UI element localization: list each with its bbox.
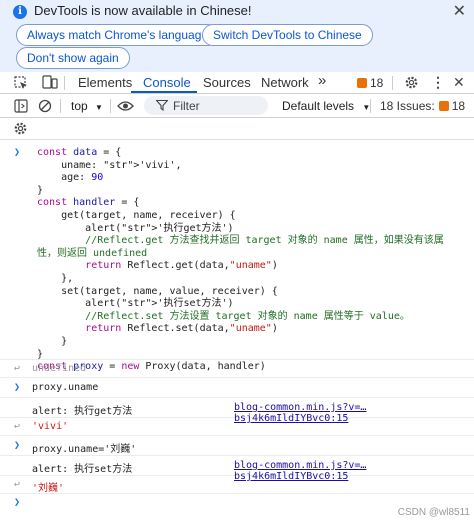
filter-icon (156, 100, 168, 111)
result-arrow-icon: ↩ (14, 479, 21, 490)
code-block: const data = { uname: "str">'vivi', age:… (37, 147, 444, 374)
console-result-entry: ↩ undefined (0, 360, 474, 378)
code-line: uname: "str">'vivi', (37, 159, 182, 171)
code-line: } (37, 335, 68, 347)
dropdown-arrow-icon: ▼ (95, 103, 103, 112)
watermark: CSDN @wl8511 (397, 507, 470, 518)
command-text: proxy.uname='刘巍' (32, 444, 137, 455)
console-input-entry: ❯ const data = { uname: "str">'vivi', ag… (0, 140, 474, 372)
code-line: }, (37, 272, 74, 284)
switch-language-button[interactable]: Switch DevTools to Chinese (202, 24, 373, 46)
issue-icon (357, 78, 367, 88)
code-line: alert("str">'执行get方法') (37, 222, 234, 234)
tab-console[interactable]: Console (143, 75, 191, 90)
console-result-entry: ↩ '刘巍' (0, 476, 474, 494)
divider (64, 76, 65, 90)
result-value: '刘巍' (32, 483, 65, 494)
clear-console-icon[interactable] (38, 99, 52, 113)
tab-elements[interactable]: Elements (78, 75, 132, 90)
more-tabs-icon[interactable]: » (318, 72, 326, 89)
result-value: 'vivi' (32, 421, 69, 432)
code-line: set(target, name, value, receiver) { (37, 285, 278, 297)
inspect-element-icon[interactable] (14, 76, 28, 90)
code-line: //Reflect.get 方法查找并返回 target 对象的 name 属性… (37, 235, 444, 247)
input-prompt-icon: ❯ (14, 497, 21, 508)
code-line: return Reflect.set(data,"uname") (85, 323, 278, 335)
result-arrow-icon: ↩ (14, 363, 21, 374)
levels-label: Default levels (282, 99, 355, 113)
input-prompt-icon: ❯ (14, 382, 21, 393)
console-settings-row (0, 118, 474, 140)
tab-network[interactable]: Network (261, 75, 309, 90)
console-result-entry: ↩ 'vivi' (0, 418, 474, 436)
console-input-entry: ❯ proxy.uname (0, 378, 474, 398)
issue-icon (438, 101, 449, 111)
log-text: alert: 执行set方法 (32, 464, 133, 475)
match-language-button[interactable]: Always match Chrome's language (16, 24, 220, 46)
code-line: const handler = { (37, 197, 140, 209)
divider (60, 99, 61, 113)
log-text: alert: 执行get方法 (32, 406, 133, 417)
active-tab-indicator (131, 91, 197, 93)
issues-label: 18 Issues: (380, 99, 435, 113)
info-icon: i (13, 5, 27, 19)
panel-tab-bar: Elements Console Sources Network » 18 ⋮ … (0, 72, 474, 94)
code-line: 性，则返回 undefined (37, 247, 148, 259)
command-text: proxy.uname (32, 382, 99, 393)
console-output: ❯ const data = { uname: "str">'vivi', ag… (0, 140, 474, 520)
filter-placeholder: Filter (173, 99, 200, 113)
gear-icon[interactable] (404, 75, 419, 90)
divider (370, 99, 371, 113)
close-devtools-icon[interactable]: ✕ (453, 74, 465, 91)
issues-count: 18 (370, 76, 384, 90)
code-line: return Reflect.get(data,"uname") (85, 260, 278, 272)
dont-show-again-button[interactable]: Don't show again (16, 47, 130, 69)
language-notification: i DevTools is now available in Chinese! … (0, 0, 474, 72)
eye-icon[interactable] (117, 100, 134, 112)
issues-count: 18 (451, 99, 466, 113)
code-line: //Reflect.set 方法设置 target 对象的 name 属性等于 … (37, 310, 410, 322)
console-settings-icon[interactable] (13, 121, 28, 136)
code-line: age: 90 (37, 172, 104, 184)
device-toolbar-icon[interactable] (42, 75, 58, 90)
console-log-entry: alert: 执行set方法 blog-common.min.js?v=…bsj… (0, 456, 474, 482)
issues-link[interactable]: 18 Issues: 18 (380, 99, 465, 113)
console-input-entry: ❯ proxy.uname='刘巍' (0, 436, 474, 456)
tab-sources[interactable]: Sources (203, 75, 251, 90)
result-arrow-icon: ↩ (14, 421, 21, 432)
close-icon[interactable]: ✕ (453, 1, 466, 21)
code-line: const data = { (37, 147, 122, 158)
notification-message: DevTools is now available in Chinese! (34, 3, 252, 18)
divider (392, 76, 393, 90)
code-line: alert("str">'执行set方法') (37, 298, 234, 310)
more-options-icon[interactable]: ⋮ (431, 74, 445, 91)
filter-input[interactable]: Filter (144, 96, 268, 115)
context-selector[interactable]: top ▼ (71, 99, 103, 113)
code-line: } (37, 184, 44, 196)
input-prompt-icon: ❯ (14, 147, 21, 158)
issues-badge[interactable]: 18 (357, 76, 383, 90)
console-toolbar: top ▼ Filter Default levels ▼ 18 Issues:… (0, 94, 474, 118)
log-levels-dropdown[interactable]: Default levels ▼ (282, 99, 370, 113)
code-line: get(target, name, receiver) { (37, 209, 236, 221)
sidebar-toggle-icon[interactable] (14, 99, 28, 113)
divider (110, 99, 111, 113)
context-value: top (71, 99, 88, 113)
input-prompt-icon: ❯ (14, 440, 21, 451)
console-log-entry: alert: 执行get方法 blog-common.min.js?v=…bsj… (0, 398, 474, 424)
result-value: undefined (32, 363, 87, 374)
